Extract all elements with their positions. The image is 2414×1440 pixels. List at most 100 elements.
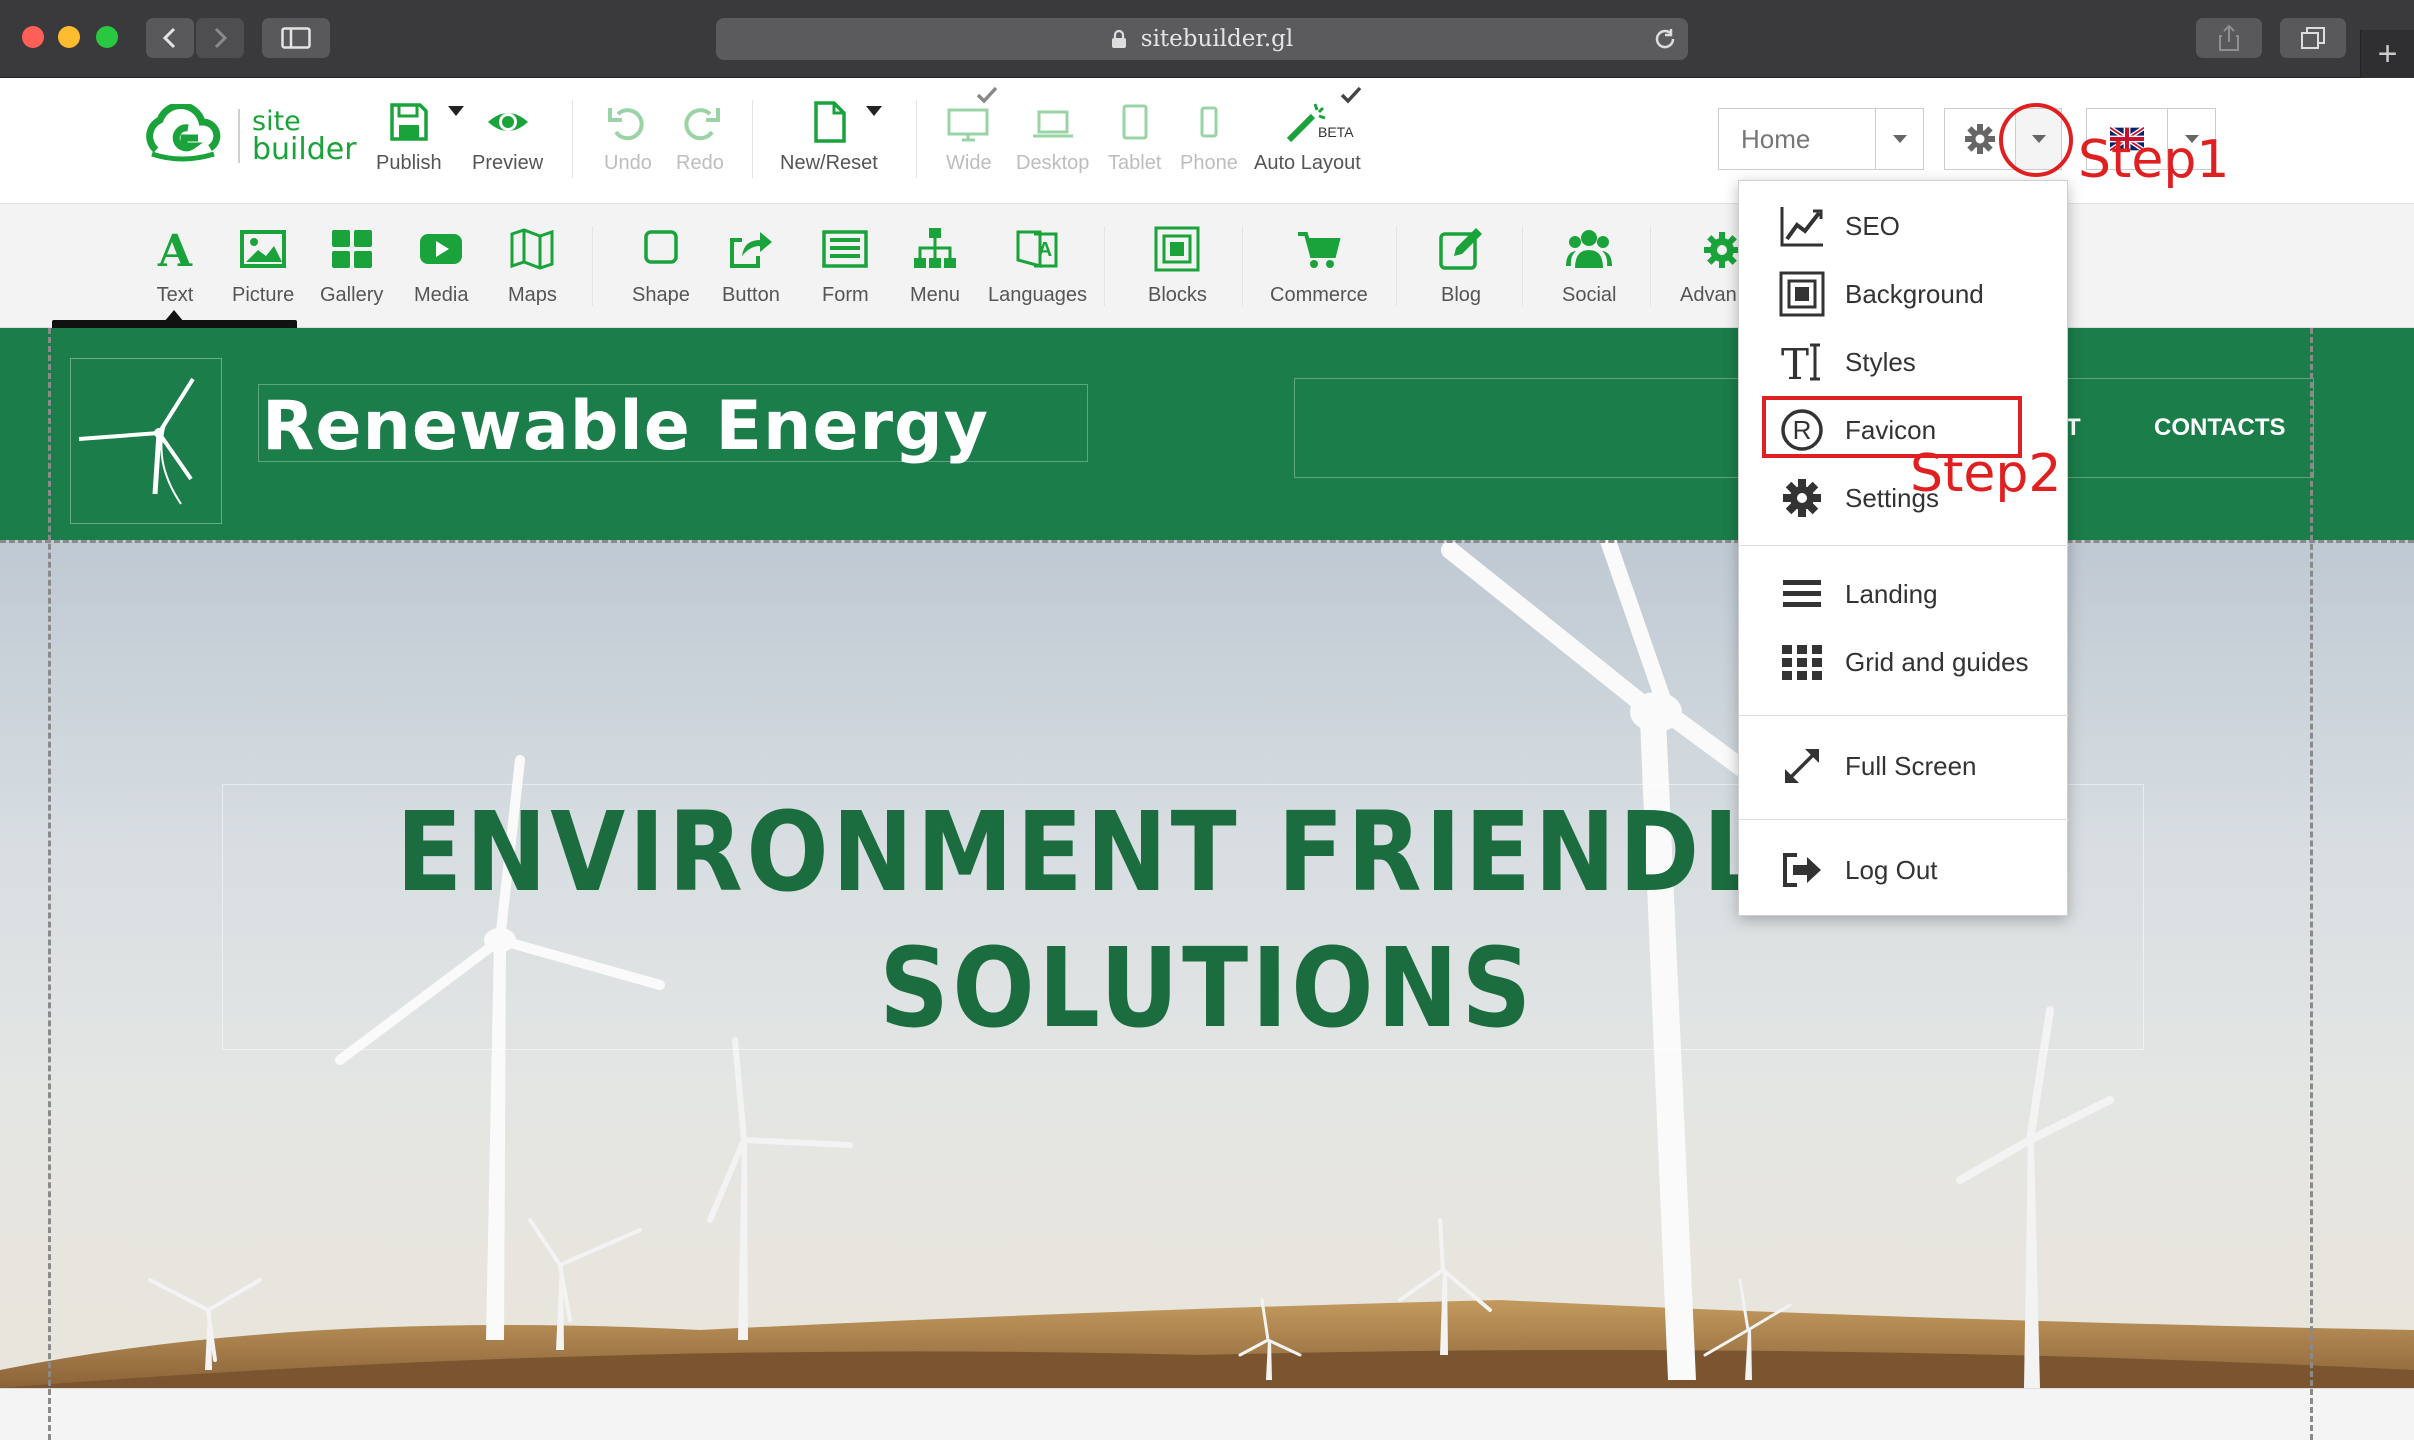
sidebar-toggle-button[interactable] [262, 18, 330, 58]
new-reset-button[interactable]: New/Reset [780, 100, 878, 175]
checkmark-icon [976, 86, 998, 104]
eye-icon [487, 113, 528, 131]
new-reset-label: New/Reset [780, 152, 878, 174]
close-window-button[interactable] [22, 26, 44, 48]
widget-form-label: Form [822, 284, 869, 306]
menu-item-grid-guides[interactable]: Grid and guides [1779, 639, 2029, 685]
checkmark-icon [1340, 86, 1362, 104]
minimize-window-button[interactable] [58, 26, 80, 48]
save-icon [390, 103, 428, 141]
undo-icon [607, 108, 644, 141]
grid-icon [1782, 645, 1822, 680]
widget-text[interactable]: A Text [152, 226, 198, 307]
tablet-label: Tablet [1108, 152, 1162, 174]
phone-view-button[interactable]: Phone [1180, 100, 1238, 175]
wide-label: Wide [946, 152, 992, 174]
wide-view-button[interactable]: Wide [946, 100, 992, 175]
lock-icon [1111, 29, 1126, 48]
step2-label: Step2 [1910, 444, 2062, 504]
nav-item-partial[interactable]: T [2066, 414, 2081, 442]
address-bar[interactable]: sitebuilder.gl [716, 18, 1688, 60]
redo-button[interactable]: Redo [676, 100, 724, 175]
menu-divider [1739, 545, 2069, 546]
maximize-window-button[interactable] [96, 26, 118, 48]
edit-icon [1439, 228, 1482, 270]
undo-label: Undo [604, 152, 652, 174]
menu-item-background[interactable]: Background [1779, 271, 1984, 317]
desktop-view-button[interactable]: Desktop [1016, 100, 1089, 175]
new-tab-button[interactable]: + [2360, 30, 2414, 78]
svg-text:A: A [1038, 239, 1052, 261]
widget-shape[interactable]: Shape [632, 226, 690, 307]
site-logo-box[interactable] [70, 358, 222, 524]
widget-social[interactable]: Social [1562, 226, 1616, 307]
widget-menu[interactable]: Menu [910, 226, 960, 307]
form-icon [822, 230, 869, 268]
beta-badge: BETA [1318, 124, 1354, 140]
square-shape-icon [644, 230, 678, 264]
menu-item-styles[interactable]: T Styles [1779, 339, 1916, 385]
share-button[interactable] [2196, 18, 2262, 58]
phone-icon [1200, 106, 1218, 138]
widget-blog[interactable]: Blog [1438, 226, 1484, 307]
menu-item-log-out-label: Log Out [1845, 854, 1938, 885]
widget-advanced-label: Advan [1680, 284, 1737, 306]
widget-blocks[interactable]: Blocks [1148, 226, 1207, 307]
page-select[interactable]: Home [1718, 108, 1924, 170]
tablet-view-button[interactable]: Tablet [1108, 100, 1161, 175]
share-square-icon [729, 232, 772, 268]
preview-button[interactable]: Preview [472, 100, 543, 175]
phone-label: Phone [1180, 152, 1238, 174]
sitemap-icon [914, 228, 957, 268]
widget-picture[interactable]: Picture [232, 226, 294, 307]
redo-label: Redo [676, 152, 724, 174]
forward-button[interactable] [196, 18, 244, 58]
page-select-toggle[interactable] [1875, 109, 1923, 169]
guide-left [48, 328, 51, 1440]
desktop-label: Desktop [1016, 152, 1090, 174]
text-cursor-icon: T [1781, 340, 1820, 385]
guide-right [2310, 328, 2313, 1440]
reload-icon[interactable] [1652, 26, 1678, 52]
back-button[interactable] [146, 18, 194, 58]
nav-item-contacts[interactable]: CONTACTS [2154, 414, 2286, 442]
settings-dropdown-menu: SEO Background T Styles R Favicon Settin… [1738, 180, 2069, 916]
sign-out-icon [1783, 853, 1821, 887]
hamburger-icon [1783, 580, 1821, 607]
widget-button[interactable]: Button [722, 226, 780, 307]
wind-turbine-logo-icon [78, 377, 195, 505]
widget-commerce[interactable]: Commerce [1270, 226, 1368, 307]
background-icon [1779, 271, 1825, 317]
publish-button[interactable]: Publish [376, 100, 442, 175]
shopping-cart-icon [1297, 232, 1341, 268]
widget-maps[interactable]: Maps [508, 226, 557, 307]
widget-shape-label: Shape [632, 284, 690, 306]
menu-item-log-out[interactable]: Log Out [1779, 847, 1938, 893]
menu-item-seo[interactable]: SEO [1779, 203, 1900, 249]
page-bottom [0, 1388, 2414, 1440]
users-icon [1566, 230, 1613, 268]
widget-media[interactable]: Media [414, 226, 468, 307]
menu-item-landing[interactable]: Landing [1779, 571, 1938, 617]
widget-blog-label: Blog [1440, 284, 1482, 306]
menu-item-full-screen[interactable]: Full Screen [1779, 743, 1977, 789]
caret-down-icon [1892, 135, 1907, 143]
widget-blocks-label: Blocks [1148, 284, 1207, 306]
undo-button[interactable]: Undo [604, 100, 652, 175]
widget-gallery[interactable]: Gallery [320, 226, 383, 307]
text-icon: A [157, 226, 193, 272]
widget-form[interactable]: Form [822, 226, 869, 307]
chevron-left-icon [162, 27, 176, 49]
caret-down-icon[interactable] [866, 106, 882, 116]
widget-media-label: Media [414, 284, 469, 306]
caret-down-icon[interactable] [448, 106, 464, 116]
widget-picture-label: Picture [232, 284, 295, 306]
widget-languages[interactable]: A Languages [988, 226, 1087, 307]
line-chart-icon [1780, 207, 1823, 247]
svg-text:T: T [1781, 340, 1809, 385]
site-title[interactable]: Renewable Energy [262, 384, 989, 470]
tabs-icon [2301, 27, 2325, 49]
menu-item-grid-guides-label: Grid and guides [1845, 646, 2029, 677]
logo-text-builder: builder [252, 132, 357, 167]
tabs-overview-button[interactable] [2280, 18, 2346, 58]
